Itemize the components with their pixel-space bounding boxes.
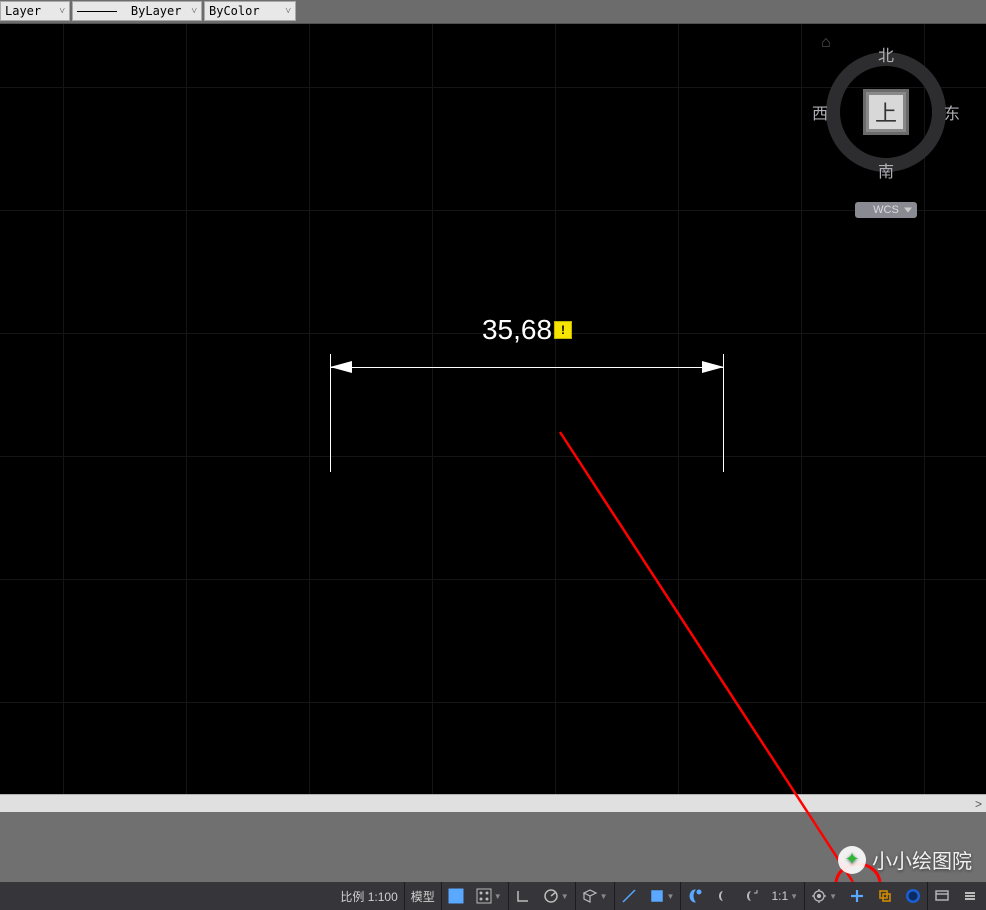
layer-dropdown-label: Layer: [5, 4, 41, 18]
view-cube[interactable]: ⌂ 上 北 南 西 东 WCS: [816, 34, 956, 218]
chevron-down-icon: ▼: [600, 892, 608, 901]
compass-ring[interactable]: 上 北 南 西 东: [826, 52, 946, 172]
polar-toggle[interactable]: ▼: [537, 882, 575, 910]
chevron-down-icon: ˅: [191, 6, 197, 17]
workspace-switch[interactable]: ▼: [805, 882, 843, 910]
extension-line-right: [723, 354, 724, 472]
model-label: 模型: [411, 888, 435, 905]
snap-toggle[interactable]: ▼: [470, 882, 508, 910]
linetype-dropdown[interactable]: ByLayer ˅: [72, 1, 202, 21]
scale-display[interactable]: 比例 1:100: [334, 882, 403, 910]
scroll-right-icon[interactable]: >: [975, 797, 982, 811]
clean-screen[interactable]: [928, 882, 956, 910]
extension-line-left: [330, 354, 331, 472]
wcs-label: WCS: [873, 204, 899, 216]
color-dropdown[interactable]: ByColor ˅: [204, 1, 296, 21]
compass-south[interactable]: 南: [878, 158, 894, 182]
isodraft-toggle[interactable]: ▼: [576, 882, 614, 910]
dynamic-input-toggle[interactable]: [843, 882, 871, 910]
chevron-down-icon: ˅: [285, 6, 291, 17]
viewcube-top-face[interactable]: 上: [863, 89, 909, 135]
compass-east[interactable]: 东: [944, 100, 960, 124]
chevron-down-icon: ˅: [59, 6, 65, 17]
dimension-text: 35,68 !: [482, 314, 572, 346]
chevron-down-icon: ▼: [561, 892, 569, 901]
arrow-right-icon: [702, 361, 724, 373]
model-paper-toggle[interactable]: 模型: [405, 882, 441, 910]
viewcube-top-label: 上: [875, 96, 897, 128]
home-icon[interactable]: ⌂: [821, 34, 831, 52]
linetype-dropdown-label: ByLayer: [131, 4, 182, 18]
chevron-down-icon: ▼: [790, 892, 798, 901]
dimension-value: 35,68: [482, 314, 552, 346]
dimension-line: [330, 367, 724, 368]
selection-cycling[interactable]: [871, 882, 899, 910]
layer-dropdown[interactable]: Layer ˅: [0, 1, 70, 21]
annotation-visibility[interactable]: [709, 882, 737, 910]
drawing-canvas[interactable]: 35,68 ! ⌂ 上 北 南 西 东 WCS: [0, 24, 986, 794]
color-dropdown-label: ByColor: [209, 4, 260, 18]
annotation-warning-icon: !: [554, 321, 572, 339]
chevron-down-icon: ▼: [829, 892, 837, 901]
annotation-scale-icon[interactable]: [681, 882, 709, 910]
scale-label: 比例 1:100: [340, 888, 397, 905]
hardware-accel[interactable]: [899, 882, 927, 910]
annotation-scale-value[interactable]: 1:1 ▼: [765, 882, 804, 910]
chevron-down-icon: ▼: [494, 892, 502, 901]
wcs-dropdown[interactable]: WCS: [855, 202, 917, 218]
customize-statusbar[interactable]: [956, 882, 984, 910]
arrow-left-icon: [330, 361, 352, 373]
otrack-toggle[interactable]: [615, 882, 643, 910]
ortho-toggle[interactable]: [509, 882, 537, 910]
ratio-label: 1:1: [771, 889, 788, 903]
dimension-entity[interactable]: 35,68 !: [330, 344, 724, 474]
grid-toggle[interactable]: [442, 882, 470, 910]
chevron-down-icon: ▼: [667, 892, 675, 901]
properties-toolbar: Layer ˅ ByLayer ˅ ByColor ˅: [0, 0, 986, 24]
compass-west[interactable]: 西: [812, 100, 828, 124]
horizontal-scrollbar[interactable]: >: [0, 794, 986, 812]
compass-north[interactable]: 北: [878, 42, 894, 66]
annotation-autoscale[interactable]: [737, 882, 765, 910]
osnap-toggle[interactable]: ▼: [643, 882, 681, 910]
status-bar: 比例 1:100 模型 ▼ ▼ ▼ ▼ 1:1 ▼: [0, 882, 986, 910]
layout-gap: [0, 812, 986, 882]
